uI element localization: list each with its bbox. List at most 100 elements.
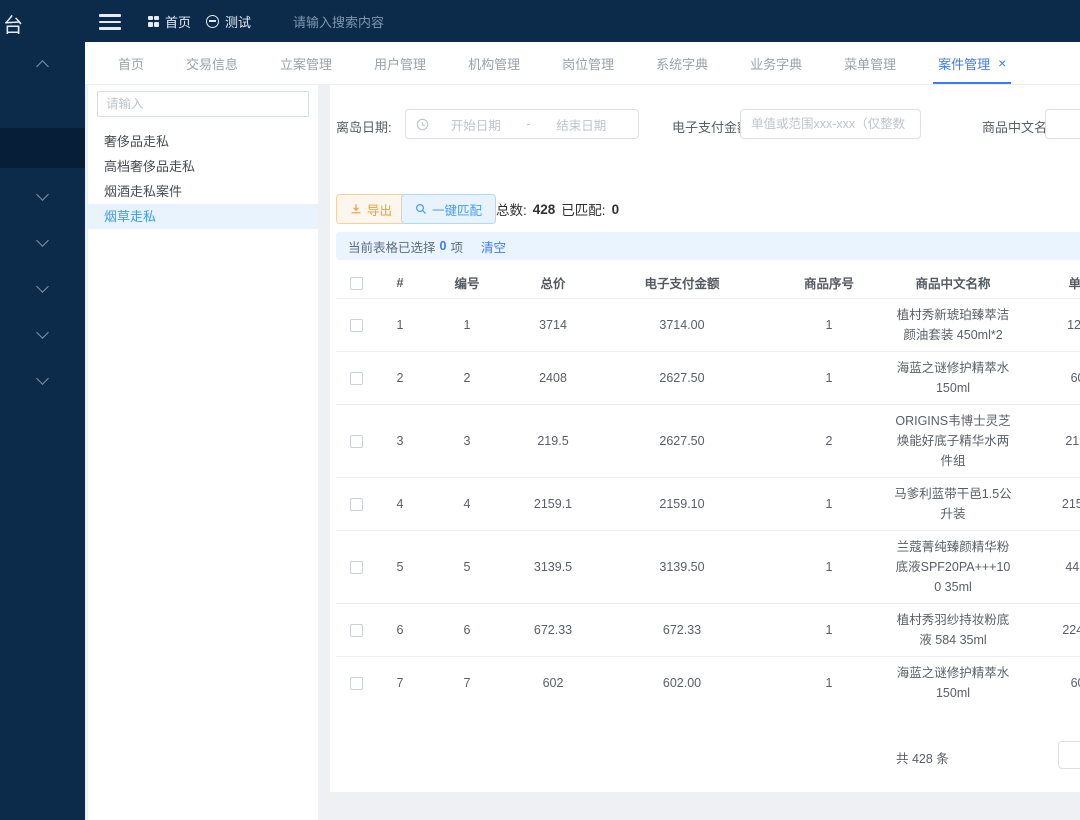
sidebar-active-item[interactable] <box>0 128 85 168</box>
total-value: 428 <box>533 202 556 217</box>
amount-filter-input[interactable] <box>740 109 921 139</box>
one-click-match-button[interactable]: 一键匹配 <box>401 194 496 224</box>
case-type-item[interactable]: 奢侈品走私 <box>88 129 318 154</box>
column-header: 编号 <box>424 268 510 298</box>
row-checkbox[interactable] <box>350 677 363 690</box>
header-checkbox-cell <box>336 268 376 298</box>
table-cell: 1238 <box>1016 298 1080 351</box>
expand-down-icon[interactable] <box>36 234 49 247</box>
tab[interactable]: 岗位管理 <box>541 42 635 84</box>
top-navbar: 台 首页 测试 请输入搜索内容 <box>0 0 1080 42</box>
nav-home[interactable]: 首页 <box>148 0 191 42</box>
tab[interactable]: 机构管理 <box>447 42 541 84</box>
table-cell: 602.00 <box>596 656 768 708</box>
table-cell: 海蓝之谜修护精萃水 150ml <box>890 351 1016 404</box>
table-header-row: #编号总价电子支付金额商品序号商品中文名称单价 <box>336 268 1080 298</box>
table-cell: 3139.5 <box>510 530 596 603</box>
table-row: 1137143714.001植村秀新琥珀臻萃洁颜油套装 450ml*21238 <box>336 298 1080 351</box>
tab[interactable]: 首页 <box>97 42 165 84</box>
table-cell: 兰蔻菁纯臻颜精华粉底液SPF20PA+++100 35ml <box>890 530 1016 603</box>
row-checkbox-cell <box>336 351 376 404</box>
download-icon <box>350 203 362 215</box>
tree-search-input[interactable] <box>97 91 309 117</box>
row-checkbox[interactable] <box>350 624 363 637</box>
select-all-checkbox[interactable] <box>350 277 363 290</box>
column-header: 总价 <box>510 268 596 298</box>
table-row: 33219.52627.502ORIGINS韦博士灵芝焕能好底子精华水两件组21… <box>336 404 1080 477</box>
name-filter-input[interactable] <box>1045 109 1080 139</box>
tab-bar: 首页 交易信息 立案管理 用户管理 机构管理 岗位管理 系统字典 业务字典 菜单… <box>85 42 1080 85</box>
page-size-select[interactable] <box>1058 741 1080 769</box>
table-row: 77602602.001海蓝之谜修护精萃水 150ml602 <box>336 656 1080 708</box>
table-cell: 448.5 <box>1016 530 1080 603</box>
expand-down-icon[interactable] <box>36 372 49 385</box>
table-cell: 1 <box>768 351 890 404</box>
nav-test[interactable]: 测试 <box>206 0 251 42</box>
case-type-panel: 奢侈品走私 高档奢侈品走私 烟酒走私案件 烟草走私 <box>88 85 318 820</box>
row-checkbox[interactable] <box>350 498 363 511</box>
tab-label: 案件管理 <box>938 54 990 73</box>
tab[interactable]: 系统字典 <box>635 42 729 84</box>
table-cell: 2159.10 <box>596 477 768 530</box>
expand-down-icon[interactable] <box>36 326 49 339</box>
tab-label: 菜单管理 <box>844 54 896 73</box>
table-cell: 2159.1 <box>510 477 596 530</box>
row-checkbox[interactable] <box>350 561 363 574</box>
export-button[interactable]: 导出 <box>336 194 406 224</box>
case-table-panel: 离岛日期: 开始日期 - 结束日期 电子支付金额: 商品中文名称: 导出 一键匹… <box>330 85 1080 792</box>
table-cell: 3 <box>424 404 510 477</box>
tab[interactable]: 用户管理 <box>353 42 447 84</box>
date-range-picker[interactable]: 开始日期 - 结束日期 <box>405 109 639 139</box>
row-checkbox-cell <box>336 477 376 530</box>
tab-label: 机构管理 <box>468 54 520 73</box>
table-cell: 1 <box>768 477 890 530</box>
tab-label: 系统字典 <box>656 54 708 73</box>
tab[interactable]: 案件管理 × <box>917 42 1027 84</box>
matched-value: 0 <box>612 202 620 217</box>
collapsed-sidebar <box>0 42 85 820</box>
tab[interactable]: 交易信息 <box>165 42 259 84</box>
nav-home-label: 首页 <box>165 12 191 31</box>
table-cell: ORIGINS韦博士灵芝焕能好底子精华水两件组 <box>890 404 1016 477</box>
global-search-input[interactable]: 请输入搜索内容 <box>293 0 384 42</box>
row-checkbox[interactable] <box>350 319 363 332</box>
tab[interactable]: 业务字典 <box>729 42 823 84</box>
table-cell: 4 <box>376 477 424 530</box>
table-cell: 672.33 <box>596 603 768 656</box>
selection-prefix: 当前表格已选择 <box>348 237 436 256</box>
tab[interactable]: 立案管理 <box>259 42 353 84</box>
case-type-item[interactable]: 烟草走私 <box>88 204 318 229</box>
column-header: 商品中文名称 <box>890 268 1016 298</box>
table-cell: 1 <box>424 298 510 351</box>
tab-label: 首页 <box>118 54 144 73</box>
tab[interactable]: 菜单管理 <box>823 42 917 84</box>
table-cell: 7 <box>424 656 510 708</box>
global-search-placeholder: 请输入搜索内容 <box>293 12 384 31</box>
tab-close-icon[interactable]: × <box>998 56 1006 70</box>
case-type-item[interactable]: 高档奢侈品走私 <box>88 154 318 179</box>
clock-icon <box>416 118 429 131</box>
hamburger-menu-icon[interactable] <box>99 14 121 34</box>
table-cell: 2408 <box>510 351 596 404</box>
table-cell: 3 <box>376 404 424 477</box>
row-checkbox-cell <box>336 404 376 477</box>
selection-suffix: 项 <box>450 237 463 256</box>
expand-down-icon[interactable] <box>36 188 49 201</box>
pagination-total: 共 428 条 <box>896 748 949 767</box>
table-cell: 219.5 <box>510 404 596 477</box>
tab-label: 交易信息 <box>186 54 238 73</box>
table-row: 553139.53139.501兰蔻菁纯臻颜精华粉底液SPF20PA+++100… <box>336 530 1080 603</box>
search-icon <box>415 203 427 215</box>
row-checkbox[interactable] <box>350 435 363 448</box>
table-cell: 6 <box>424 603 510 656</box>
export-button-label: 导出 <box>367 200 392 219</box>
column-header: 单价 <box>1016 268 1080 298</box>
table-row: 442159.12159.101马爹利蓝带干邑1.5公升装2159.1 <box>336 477 1080 530</box>
clear-selection-link[interactable]: 清空 <box>481 237 506 256</box>
collapse-up-icon[interactable] <box>36 60 49 73</box>
table-cell: 6 <box>376 603 424 656</box>
row-checkbox[interactable] <box>350 372 363 385</box>
expand-down-icon[interactable] <box>36 280 49 293</box>
row-checkbox-cell <box>336 530 376 603</box>
case-type-item[interactable]: 烟酒走私案件 <box>88 179 318 204</box>
